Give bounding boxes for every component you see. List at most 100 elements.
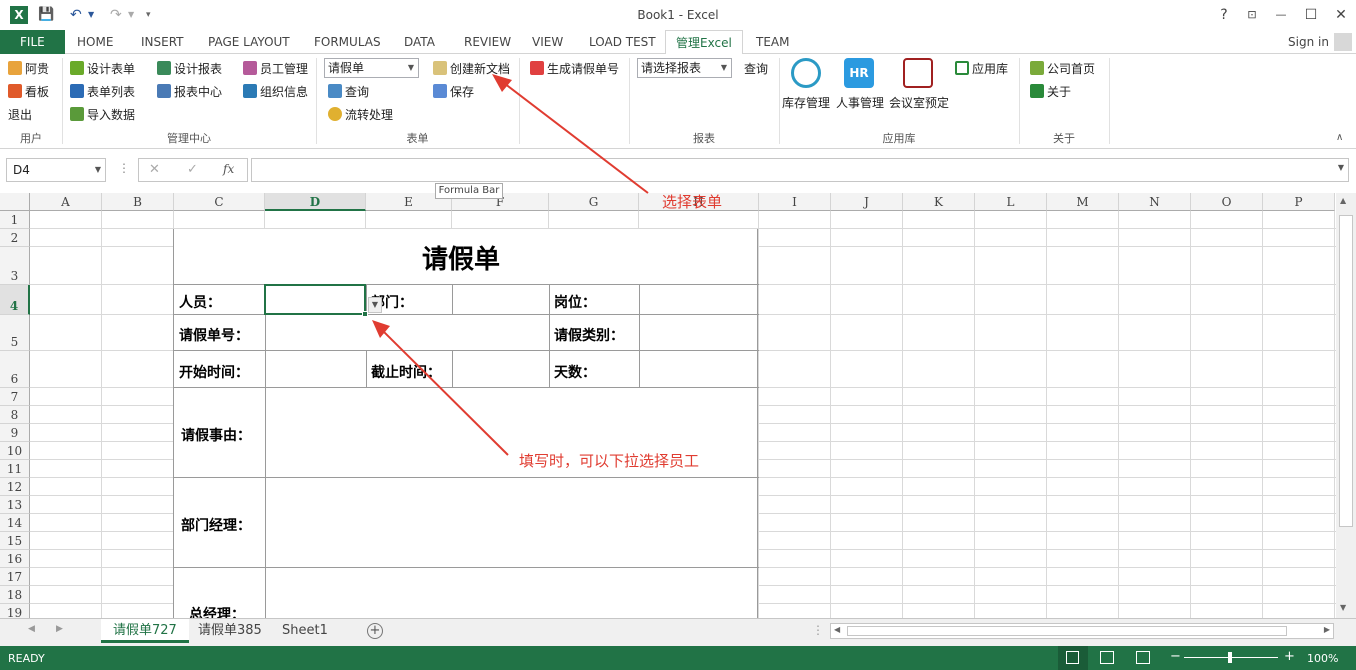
page-layout-view-button[interactable] (1100, 651, 1114, 664)
company-home-button[interactable]: 公司首页 (1030, 60, 1095, 78)
cell-dropdown-button[interactable]: ▼ (368, 297, 382, 313)
sheet-tab-2[interactable]: 请假单385 (186, 619, 274, 643)
row-header-16[interactable]: 16 (0, 550, 30, 568)
column-header-d[interactable]: D (265, 193, 366, 211)
tab-home[interactable]: HOME (67, 30, 123, 54)
horizontal-scrollbar[interactable]: ◀ ▶ (830, 623, 1334, 639)
tab-page-layout[interactable]: PAGE LAYOUT (198, 30, 300, 54)
tab-split-icon[interactable]: ⋮ (812, 623, 824, 637)
app-library-button[interactable]: 应用库 (955, 60, 1008, 78)
tab-data[interactable]: DATA (394, 30, 445, 54)
row-header-17[interactable]: 17 (0, 568, 30, 586)
zoom-out-icon[interactable]: − (1170, 649, 1181, 664)
row-header-9[interactable]: 9 (0, 424, 30, 442)
hscroll-thumb[interactable] (847, 626, 1287, 636)
row-header-1[interactable]: 1 (0, 211, 30, 229)
selected-cell[interactable] (264, 284, 366, 315)
tab-formulas[interactable]: FORMULAS (304, 30, 391, 54)
user-name-button[interactable]: 阿贵 (8, 60, 49, 78)
close-button[interactable]: ✕ (1330, 6, 1352, 24)
worksheet-grid[interactable]: ABCDEFGHIJKLMNOP 1 2 3 4 5 6 7 8 9 10 11 12 13 14 15 16… (0, 193, 1336, 618)
create-document-button[interactable]: 创建新文档 (433, 60, 510, 78)
report-center-button[interactable]: 报表中心 (157, 83, 222, 101)
insert-function-icon[interactable]: fx (223, 162, 234, 176)
collapse-ribbon-icon[interactable]: ∧ (1336, 132, 1343, 143)
row-header-3[interactable]: 3 (0, 247, 30, 285)
next-sheet-icon[interactable]: ▶ (56, 624, 63, 634)
row-header-4[interactable]: 4 (0, 285, 30, 315)
formula-options-icon[interactable]: ⋮ (118, 161, 130, 175)
scroll-right-icon[interactable]: ▶ (1324, 625, 1330, 634)
tab-manage-excel[interactable]: 管理Excel (665, 30, 743, 55)
hr-app-button[interactable]: HR 人事管理 (836, 58, 884, 114)
flow-process-button[interactable]: 流转处理 (328, 106, 393, 124)
row-header-2[interactable]: 2 (0, 229, 30, 247)
scroll-down-icon[interactable]: ▼ (1340, 603, 1346, 612)
column-header-g[interactable]: G (549, 193, 639, 211)
employee-manage-button[interactable]: 员工管理 (243, 60, 308, 78)
name-box[interactable]: D4 ▼ (6, 158, 106, 182)
tab-load-test[interactable]: LOAD TEST (579, 30, 666, 54)
scroll-thumb[interactable] (1339, 215, 1353, 527)
sheet-tab-1[interactable]: 请假单727 (101, 619, 189, 643)
tab-file[interactable]: FILE (0, 30, 65, 54)
row-header-10[interactable]: 10 (0, 442, 30, 460)
prev-sheet-icon[interactable]: ◀ (28, 624, 35, 634)
select-all-button[interactable] (0, 193, 30, 211)
zoom-level[interactable]: 100% (1307, 652, 1338, 665)
row-header-6[interactable]: 6 (0, 351, 30, 388)
row-header-18[interactable]: 18 (0, 586, 30, 604)
logout-button[interactable]: 退出 (8, 106, 32, 124)
tab-team[interactable]: TEAM (746, 30, 799, 54)
page-break-view-button[interactable] (1136, 651, 1150, 664)
tab-insert[interactable]: INSERT (131, 30, 194, 54)
scroll-up-icon[interactable]: ▲ (1340, 196, 1346, 205)
user-avatar[interactable] (1334, 33, 1352, 51)
column-header-c[interactable]: C (174, 193, 265, 211)
ribbon-display-button[interactable]: ⊡ (1241, 6, 1263, 24)
sign-in-link[interactable]: Sign in (1278, 30, 1339, 54)
zoom-slider-thumb[interactable] (1228, 652, 1232, 663)
add-sheet-icon[interactable]: + (367, 623, 383, 639)
meeting-room-app-button[interactable]: 会议室预定 (889, 58, 949, 114)
column-header-k[interactable]: K (903, 193, 975, 211)
row-header-15[interactable]: 15 (0, 532, 30, 550)
generate-number-button[interactable]: 生成请假单号 (530, 60, 619, 78)
minimize-button[interactable]: — (1270, 6, 1292, 24)
design-form-button[interactable]: 设计表单 (70, 60, 135, 78)
inventory-app-button[interactable]: 库存管理 (782, 58, 830, 114)
row-header-7[interactable]: 7 (0, 388, 30, 406)
view-normal-button[interactable] (1058, 646, 1088, 670)
column-header-p[interactable]: P (1263, 193, 1335, 211)
tab-view[interactable]: VIEW (522, 30, 573, 54)
row-header-11[interactable]: 11 (0, 460, 30, 478)
report-query-button[interactable]: 查询 (744, 60, 768, 78)
row-header-5[interactable]: 5 (0, 315, 30, 351)
column-header-b[interactable]: B (102, 193, 174, 211)
row-header-8[interactable]: 8 (0, 406, 30, 424)
scroll-left-icon[interactable]: ◀ (834, 625, 840, 634)
row-header-14[interactable]: 14 (0, 514, 30, 532)
org-info-button[interactable]: 组织信息 (243, 83, 308, 101)
form-select[interactable]: 请假单 ▼ (324, 58, 419, 78)
help-button[interactable]: ? (1213, 6, 1235, 24)
design-report-button[interactable]: 设计报表 (157, 60, 222, 78)
enter-icon[interactable]: ✓ (187, 162, 198, 177)
tab-review[interactable]: REVIEW (454, 30, 521, 54)
column-header-o[interactable]: O (1191, 193, 1263, 211)
import-data-button[interactable]: 导入数据 (70, 106, 135, 124)
row-header-13[interactable]: 13 (0, 496, 30, 514)
column-header-m[interactable]: M (1047, 193, 1119, 211)
column-header-a[interactable]: A (30, 193, 102, 211)
column-header-j[interactable]: J (831, 193, 903, 211)
sheet-tab-3[interactable]: Sheet1 (270, 619, 340, 643)
about-button[interactable]: 关于 (1030, 83, 1071, 101)
dashboard-button[interactable]: 看板 (8, 83, 49, 101)
form-query-button[interactable]: 查询 (328, 83, 369, 101)
cancel-icon[interactable]: ✕ (149, 162, 160, 177)
row-header-12[interactable]: 12 (0, 478, 30, 496)
report-select[interactable]: 请选择报表 ▼ (637, 58, 732, 78)
formula-input[interactable]: ▼ (251, 158, 1349, 182)
maximize-button[interactable]: ☐ (1300, 6, 1322, 24)
zoom-in-icon[interactable]: + (1284, 649, 1295, 664)
